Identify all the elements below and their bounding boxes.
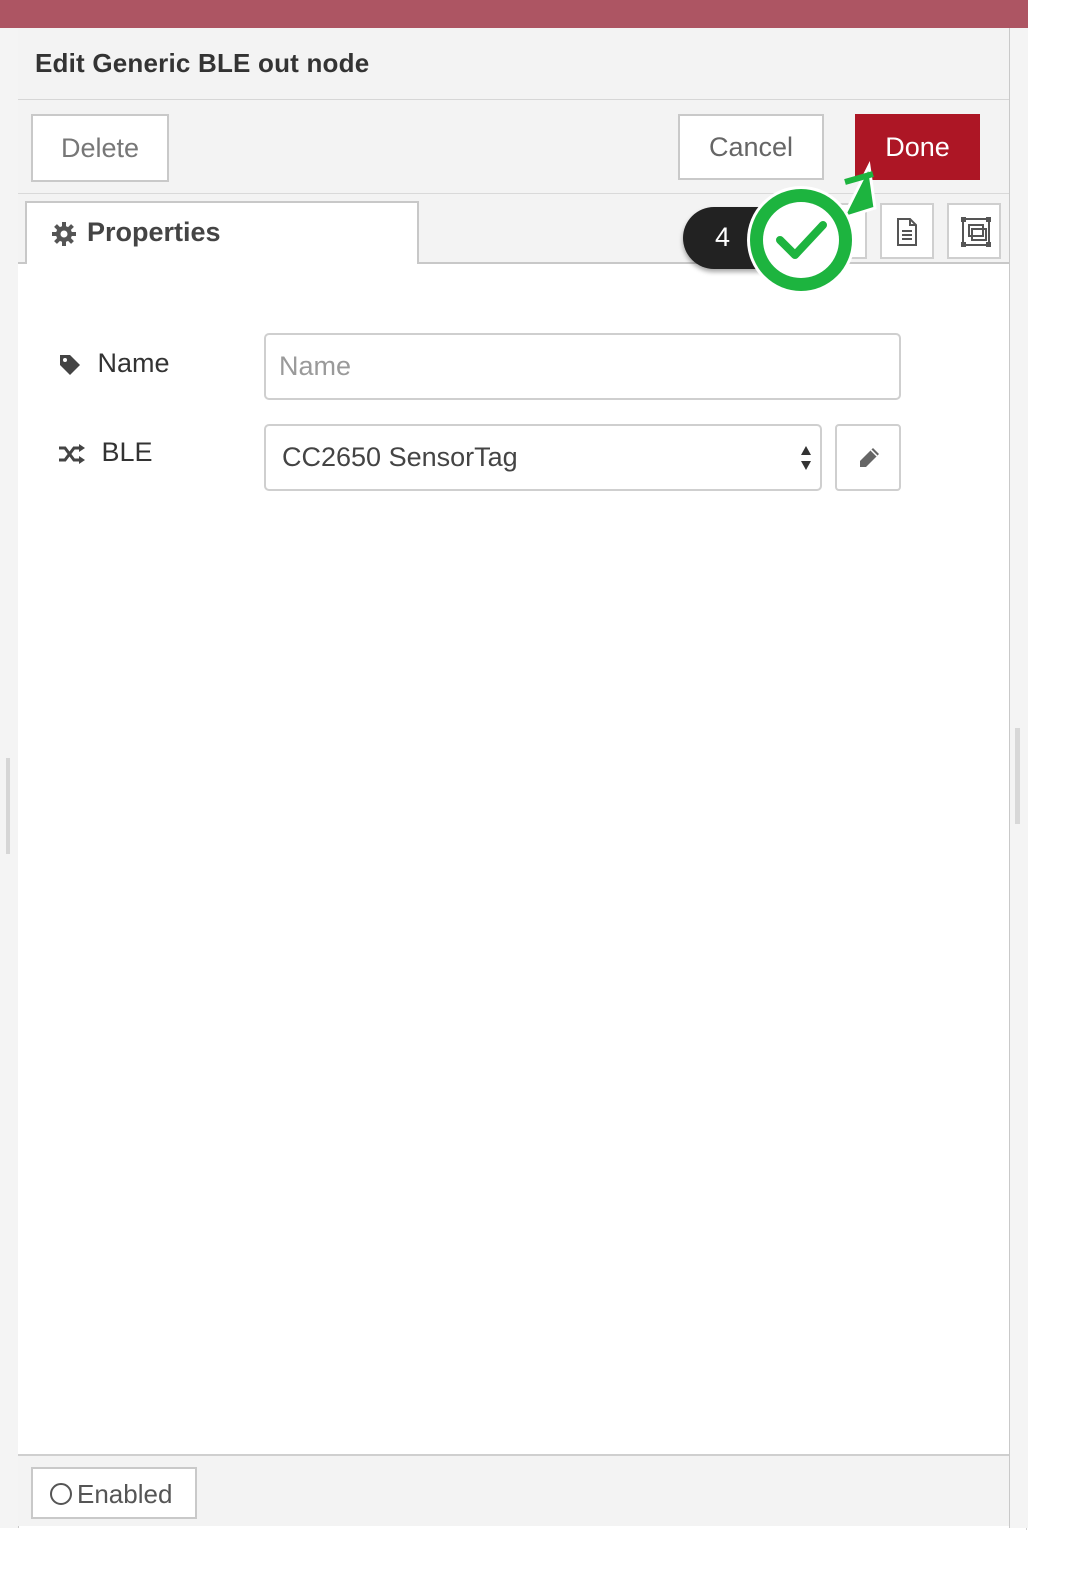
name-label: Name bbox=[58, 348, 170, 379]
gear-icon bbox=[51, 221, 77, 247]
tag-icon bbox=[58, 348, 98, 378]
ble-select[interactable]: CC2650 SensorTag bbox=[264, 424, 822, 491]
tab-label: Properties bbox=[87, 217, 221, 247]
appearance-tab-button[interactable] bbox=[947, 203, 1001, 259]
description-tab-button[interactable] bbox=[880, 203, 934, 259]
resize-grip[interactable] bbox=[1015, 728, 1020, 824]
header-bar bbox=[0, 0, 1028, 28]
selected-value: CC2650 SensorTag bbox=[282, 442, 518, 472]
tray-footer: Enabled bbox=[18, 1454, 1009, 1526]
resize-grip[interactable] bbox=[6, 758, 10, 854]
left-panel-edge bbox=[0, 28, 19, 1528]
page-title: Edit Generic BLE out node bbox=[35, 48, 370, 78]
name-field[interactable] bbox=[264, 333, 901, 400]
tray-header: Edit Generic BLE out node bbox=[18, 28, 1009, 100]
enabled-toggle[interactable]: Enabled bbox=[31, 1467, 197, 1519]
shuffle-icon bbox=[58, 437, 102, 467]
checkmark-pin-icon bbox=[745, 160, 880, 305]
ble-label: BLE bbox=[58, 437, 153, 468]
edit-config-button[interactable] bbox=[835, 424, 901, 491]
select-arrows-icon bbox=[800, 444, 812, 477]
right-panel-edge bbox=[1009, 28, 1028, 1528]
circle-icon bbox=[50, 1483, 72, 1505]
tab-properties[interactable]: Properties bbox=[25, 201, 419, 264]
delete-button[interactable]: Delete bbox=[31, 114, 169, 182]
